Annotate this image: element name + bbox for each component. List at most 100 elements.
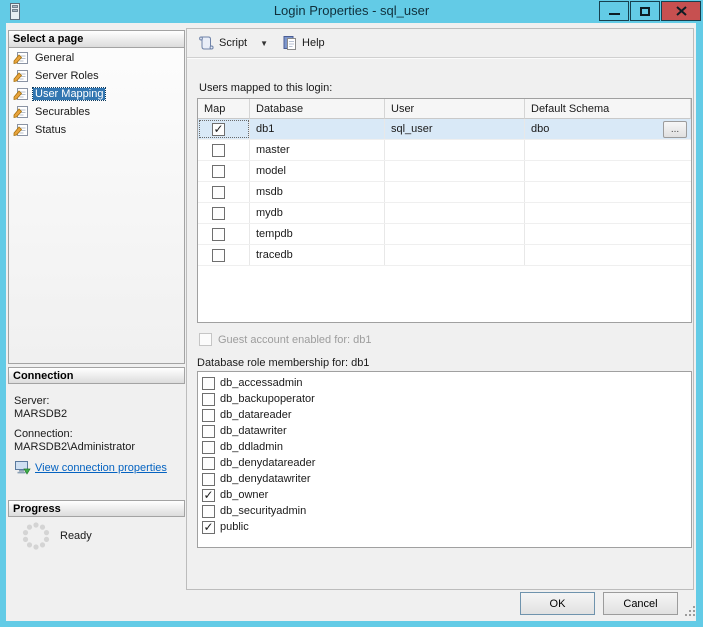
select-a-page-panel: Select a page General Server Roles User … [8, 30, 185, 364]
table-row[interactable]: mydb [198, 203, 691, 224]
table-row[interactable]: model [198, 161, 691, 182]
resize-grip[interactable] [684, 605, 696, 617]
role-item[interactable]: db_accessadmin [202, 375, 691, 391]
page-icon [13, 52, 28, 64]
map-checkbox[interactable] [212, 143, 225, 157]
table-row[interactable]: tracedb [198, 245, 691, 266]
database-cell: model [250, 161, 385, 181]
role-label: db_securityadmin [220, 505, 307, 517]
role-item[interactable]: db_ddladmin [202, 439, 691, 455]
role-checkbox[interactable] [202, 392, 215, 406]
connection-label: Connection: [14, 428, 73, 440]
column-header-map[interactable]: Map [198, 99, 250, 119]
role-item[interactable]: db_datareader [202, 407, 691, 423]
user-cell [385, 161, 525, 181]
database-role-list[interactable]: db_accessadmin db_backupoperator db_data… [197, 371, 692, 548]
schema-cell [525, 203, 691, 223]
server-value: MARSDB2 [14, 408, 68, 420]
sidebar-item-user-mapping[interactable]: User Mapping [9, 86, 184, 102]
schema-value: dbo [531, 123, 550, 135]
role-item[interactable]: db_backupoperator [202, 391, 691, 407]
sidebar-item-label: Securables [35, 106, 91, 118]
role-checkbox[interactable]: ✓ [202, 488, 215, 502]
database-cell: msdb [250, 182, 385, 202]
sidebar-item-status[interactable]: Status [9, 122, 184, 138]
table-header-row: Map Database User Default Schema [198, 99, 691, 119]
sidebar-item-server-roles[interactable]: Server Roles [9, 68, 184, 84]
map-checkbox[interactable] [212, 248, 225, 262]
role-item[interactable]: ✓ public [202, 519, 691, 535]
table-row[interactable]: msdb [198, 182, 691, 203]
maximize-button[interactable] [630, 1, 660, 21]
role-label: db_denydatareader [220, 457, 316, 469]
connection-properties-icon [15, 461, 31, 475]
server-label: Server: [14, 395, 50, 407]
checkbox-tick: ✓ [203, 519, 214, 534]
role-checkbox[interactable] [202, 424, 215, 438]
help-button-label: Help [302, 37, 325, 49]
role-label: db_accessadmin [220, 377, 303, 389]
role-item[interactable]: db_denydatareader [202, 455, 691, 471]
table-row[interactable]: tempdb [198, 224, 691, 245]
schema-cell [525, 245, 691, 265]
script-button[interactable]: Script [193, 32, 251, 54]
user-mapping-pane: Script ▼ Help Users mapped to this login… [186, 28, 694, 590]
map-checkbox[interactable]: ✓ [212, 121, 225, 136]
column-header-default-schema[interactable]: Default Schema [525, 99, 691, 119]
role-checkbox[interactable] [202, 472, 215, 486]
help-icon [283, 36, 297, 50]
role-label: db_datareader [220, 409, 292, 421]
user-cell [385, 140, 525, 160]
minimize-button[interactable] [599, 1, 629, 21]
database-cell: master [250, 140, 385, 160]
titlebar: Login Properties - sql_user [0, 0, 703, 23]
sidebar-item-label: Server Roles [35, 70, 99, 82]
page-icon [13, 106, 28, 118]
users-mapped-table: Map Database User Default Schema ✓ db1 s… [197, 98, 692, 323]
role-item[interactable]: db_denydatawriter [202, 471, 691, 487]
role-checkbox[interactable] [202, 440, 215, 454]
close-button[interactable] [661, 1, 701, 21]
role-membership-label: Database role membership for: db1 [197, 357, 370, 369]
sidebar-item-general[interactable]: General [9, 50, 184, 66]
cancel-button[interactable]: Cancel [603, 592, 678, 615]
map-checkbox[interactable] [212, 164, 225, 178]
select-a-page-header: Select a page [9, 31, 184, 48]
role-checkbox[interactable] [202, 408, 215, 422]
role-item[interactable]: db_securityadmin [202, 503, 691, 519]
column-header-user[interactable]: User [385, 99, 525, 119]
role-item[interactable]: ✓ db_owner [202, 487, 691, 503]
schema-cell [525, 140, 691, 160]
table-row[interactable]: ✓ db1 sql_user dbo ... [198, 119, 691, 140]
help-button[interactable]: Help [278, 32, 329, 54]
role-checkbox[interactable] [202, 376, 215, 390]
connection-section-header: Connection [8, 367, 185, 384]
user-cell: sql_user [385, 119, 525, 139]
table-row[interactable]: master [198, 140, 691, 161]
script-dropdown-arrow[interactable]: ▼ [256, 36, 272, 51]
map-checkbox[interactable] [212, 206, 225, 220]
user-cell [385, 224, 525, 244]
role-checkbox[interactable] [202, 456, 215, 470]
schema-cell [525, 182, 691, 202]
role-item[interactable]: db_datawriter [202, 423, 691, 439]
ok-button[interactable]: OK [520, 592, 595, 615]
role-label: db_owner [220, 489, 269, 501]
view-connection-properties-link[interactable]: View connection properties [35, 462, 167, 474]
database-cell: tempdb [250, 224, 385, 244]
map-checkbox[interactable] [212, 227, 225, 241]
schema-cell [525, 161, 691, 181]
role-checkbox[interactable] [202, 504, 215, 518]
checkbox-tick: ✓ [213, 121, 224, 136]
role-label: public [220, 521, 249, 533]
user-cell [385, 203, 525, 223]
browse-schema-button[interactable]: ... [663, 121, 687, 138]
column-header-database[interactable]: Database [250, 99, 385, 119]
close-icon [675, 6, 687, 16]
schema-cell: dbo ... [525, 119, 691, 139]
progress-status: Ready [60, 530, 92, 542]
map-checkbox[interactable] [212, 185, 225, 199]
page-icon [13, 124, 28, 136]
sidebar-item-securables[interactable]: Securables [9, 104, 184, 120]
role-checkbox[interactable]: ✓ [202, 519, 215, 534]
